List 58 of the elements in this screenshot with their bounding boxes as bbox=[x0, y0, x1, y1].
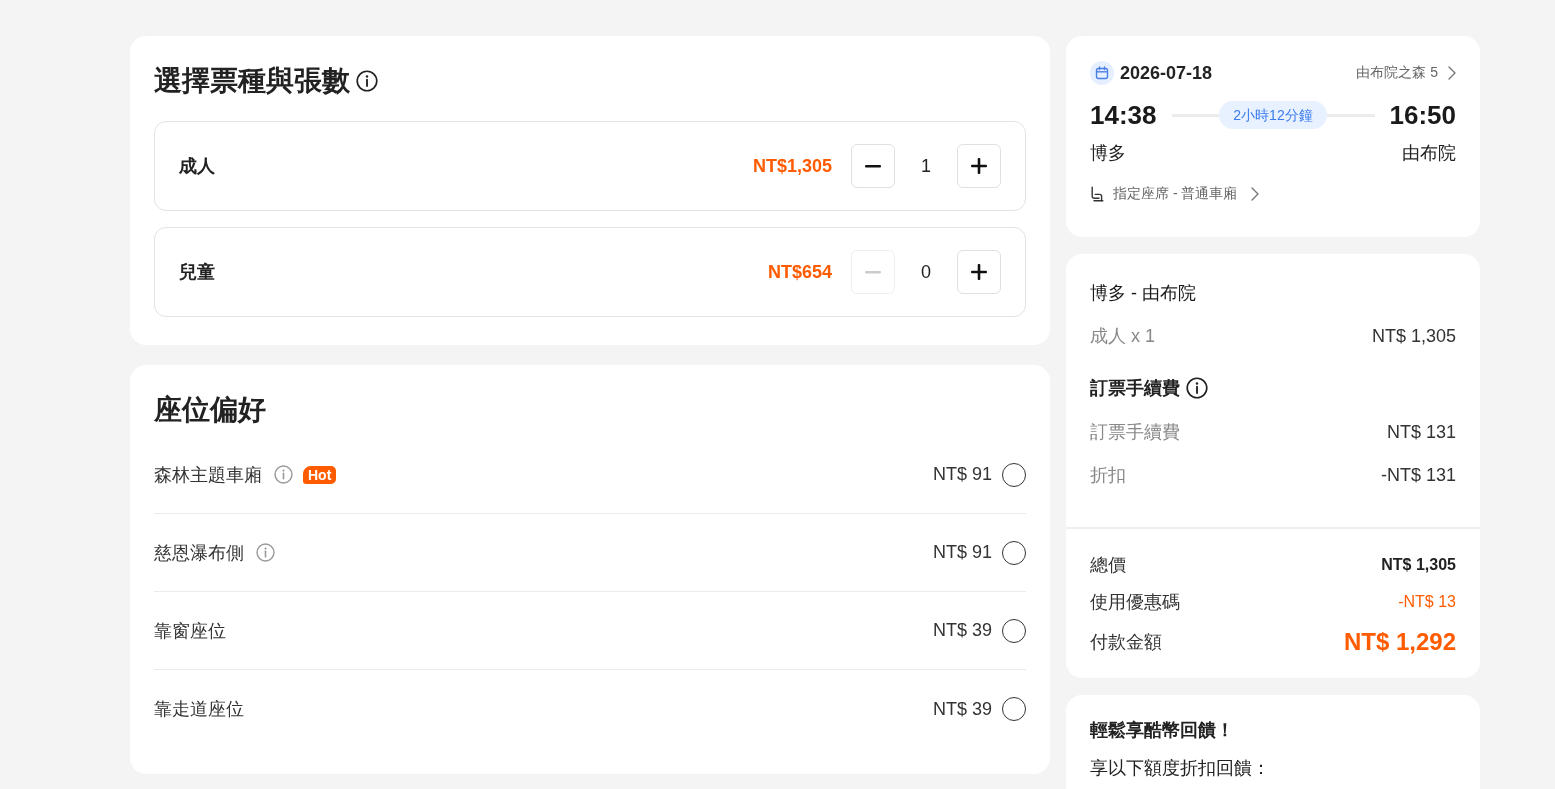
fee-title: 訂票手續費 bbox=[1090, 377, 1180, 400]
section-title: 座位偏好 bbox=[154, 393, 266, 427]
line-item-amount: NT$ 1,305 bbox=[1371, 325, 1456, 347]
total-amount: NT$ 1,292 bbox=[1343, 628, 1456, 656]
rewards-title: 輕鬆享酷幣回饋！ bbox=[1090, 719, 1235, 742]
total-amount: -NT$ 13 bbox=[1398, 593, 1456, 611]
ticket-label: 兒童 bbox=[179, 261, 216, 284]
train-name-link[interactable]: 由布院之森 5 bbox=[1356, 64, 1438, 82]
seat-option-label: 靠窗座位 bbox=[154, 619, 226, 643]
rewards-text: 享以下額度折扣回饋： bbox=[1090, 757, 1271, 780]
seat-price: NT$ 39 bbox=[932, 620, 992, 641]
seat-class-link[interactable]: 指定座席 - 普通車廂 bbox=[1113, 185, 1238, 203]
hot-badge: Hot bbox=[303, 465, 337, 484]
info-icon bbox=[1186, 377, 1208, 399]
fee-label: 訂票手續費 bbox=[1090, 421, 1180, 444]
line-item-label: 成人 x 1 bbox=[1090, 325, 1155, 348]
radio-button[interactable] bbox=[1002, 462, 1026, 487]
radio-button[interactable] bbox=[1002, 540, 1026, 565]
radio-button[interactable] bbox=[1002, 618, 1026, 643]
seat-option-label: 森林主題車廂 bbox=[154, 463, 262, 487]
departure-time: 14:38 bbox=[1090, 99, 1157, 131]
chevron-right-icon bbox=[1251, 187, 1260, 201]
departure-station: 博多 bbox=[1090, 142, 1126, 165]
seat-icon bbox=[1090, 186, 1104, 202]
total-label: 總價 bbox=[1090, 554, 1126, 577]
seat-price: NT$ 91 bbox=[932, 542, 992, 563]
ticket-label: 成人 bbox=[179, 155, 216, 178]
fee-amount: NT$ 131 bbox=[1386, 421, 1456, 443]
plus-icon bbox=[971, 264, 987, 280]
minus-icon bbox=[865, 270, 881, 274]
fee-amount: -NT$ 131 bbox=[1380, 464, 1456, 486]
minus-icon bbox=[865, 164, 881, 168]
plus-icon bbox=[971, 158, 987, 174]
total-label: 付款金額 bbox=[1090, 631, 1162, 654]
duration-pill: 2小時12分鐘 bbox=[1219, 101, 1327, 129]
arrival-time: 16:50 bbox=[1389, 99, 1456, 131]
seat-option-label: 慈恩瀑布側 bbox=[154, 541, 244, 565]
travel-date: 2026-07-18 bbox=[1120, 62, 1213, 84]
increase-button[interactable] bbox=[957, 250, 1001, 294]
ticket-price: NT$654 bbox=[767, 261, 832, 283]
seat-price: NT$ 91 bbox=[932, 464, 992, 485]
seat-price: NT$ 39 bbox=[932, 698, 992, 720]
radio-button[interactable] bbox=[1002, 697, 1026, 721]
total-amount: NT$ 1,305 bbox=[1381, 556, 1456, 574]
decrease-button[interactable] bbox=[851, 144, 895, 188]
ticket-count: 0 bbox=[920, 261, 932, 283]
fee-label: 折扣 bbox=[1090, 464, 1126, 487]
section-title: 選擇票種與張數 bbox=[154, 64, 350, 98]
route-title: 博多 - 由布院 bbox=[1090, 282, 1197, 305]
increase-button[interactable] bbox=[957, 144, 1001, 188]
calendar-icon bbox=[1090, 61, 1114, 85]
info-icon bbox=[356, 70, 378, 92]
ticket-price: NT$1,305 bbox=[752, 155, 832, 177]
seat-option-label: 靠走道座位 bbox=[154, 698, 244, 721]
arrival-station: 由布院 bbox=[1402, 142, 1456, 165]
total-label: 使用優惠碼 bbox=[1090, 591, 1180, 614]
chevron-right-icon bbox=[1448, 66, 1456, 80]
ticket-count: 1 bbox=[920, 155, 932, 177]
